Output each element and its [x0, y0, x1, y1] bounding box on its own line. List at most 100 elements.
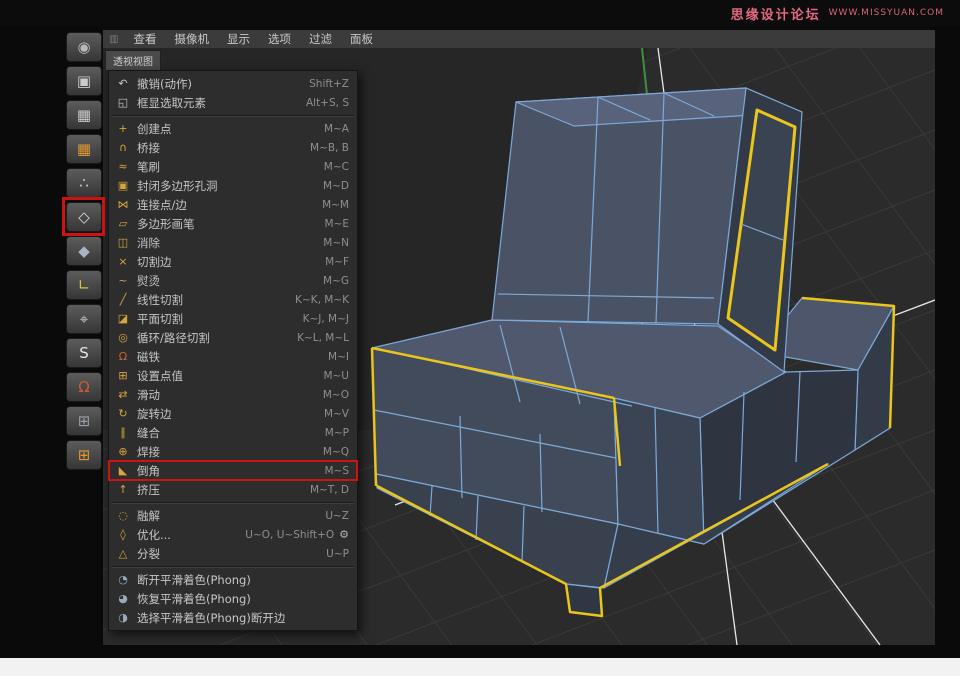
menu-item-恢复平滑着色Phong[interactable]: ◕恢复平滑着色(Phong)	[109, 589, 357, 608]
menu-item-shortcut: M~M	[322, 199, 349, 211]
menu-item-shortcut: M~I	[328, 351, 349, 363]
menu-item-创建点[interactable]: +创建点M~A	[109, 119, 357, 138]
menu-item-shortcut: Alt+S, S	[306, 97, 349, 109]
menubar: ▥查看摄像机显示选项过滤面板	[103, 30, 935, 49]
menu-item-切割边[interactable]: ×切割边M~F	[109, 252, 357, 271]
menubar-drag-handle-icon[interactable]: ▥	[103, 34, 124, 45]
polygon-mode-icon[interactable]: ◆	[66, 236, 102, 266]
menu-item-icon: ◱	[115, 96, 131, 109]
menu-item-shortcut: M~U	[323, 370, 349, 382]
menubar-item-0[interactable]: 查看	[124, 31, 165, 47]
menu-item-平面切割[interactable]: ◪平面切割K~J, M~J	[109, 309, 357, 328]
menu-item-优化[interactable]: ◊优化...U~O, U~Shift+O⚙	[109, 525, 357, 544]
menu-item-label: 线性切割	[137, 292, 287, 308]
menu-item-滑动[interactable]: ⇄滑动M~O	[109, 385, 357, 404]
menu-item-shortcut: U~Z	[325, 510, 349, 522]
menu-item-icon: ◎	[115, 331, 131, 344]
menu-item-icon: ◌	[115, 509, 131, 522]
menu-item-label: 恢复平滑着色(Phong)	[137, 591, 349, 607]
menu-item-shortcut: U~P	[326, 548, 349, 560]
menu-item-连接点边[interactable]: ⋈连接点/边M~M	[109, 195, 357, 214]
menu-item-icon: ╱	[115, 293, 131, 306]
menu-item-shortcut: M~V	[324, 408, 349, 420]
menu-item-label: 滑动	[137, 387, 315, 403]
menu-item-旋转边[interactable]: ↻旋转边M~V	[109, 404, 357, 423]
polygon-mode-glyph: ◆	[78, 242, 90, 260]
texture-mode-glyph: ▦	[77, 106, 91, 124]
axis-mode-icon[interactable]: ∟	[66, 270, 102, 300]
menu-item-shortcut: K~L, M~L	[297, 332, 349, 344]
menu-item-shortcut: K~K, M~K	[295, 294, 349, 306]
menu-item-熨烫[interactable]: ~熨烫M~G	[109, 271, 357, 290]
viewport-solo-icon[interactable]: ⌖	[66, 304, 102, 334]
menu-item-shortcut: U~O, U~Shift+O	[245, 529, 334, 541]
menu-item-shortcut: M~Q	[323, 446, 349, 458]
grid-snap-icon[interactable]: ⊞	[66, 440, 102, 470]
menu-item-label: 平面切割	[137, 311, 295, 327]
menu-item-shortcut: M~N	[323, 237, 349, 249]
menu-item-icon: ⇄	[115, 388, 131, 401]
menu-item-循环路径切割[interactable]: ◎ 循环/路径切割 K~L, M~L	[109, 328, 357, 347]
menu-item-shortcut: M~F	[325, 256, 349, 268]
model-mode-icon[interactable]: ▣	[66, 66, 102, 96]
menu-item-icon: ◫	[115, 236, 131, 249]
menubar-item-1[interactable]: 摄像机	[165, 31, 218, 47]
menu-item-icon: ↶	[115, 77, 131, 90]
menu-separator	[109, 112, 357, 119]
menu-item-桥接[interactable]: ∩桥接M~B, B	[109, 138, 357, 157]
menu-item-撤销动作[interactable]: ↶撤销(动作)Shift+Z	[109, 74, 357, 93]
snap-settings-icon[interactable]: S	[66, 338, 102, 368]
workplane-lock-glyph: ⊞	[78, 412, 91, 430]
brand-bar: 思缘设计论坛 WWW.MISSYUAN.COM	[0, 0, 960, 26]
menu-item-icon: ▱	[115, 217, 131, 230]
brand-url: WWW.MISSYUAN.COM	[829, 8, 944, 18]
points-mode-icon[interactable]: ∴	[66, 168, 102, 198]
menubar-item-4[interactable]: 过滤	[300, 31, 341, 47]
magnet-snap-icon[interactable]: Ω	[66, 372, 102, 402]
menu-item-笔刷[interactable]: ≈笔刷M~C	[109, 157, 357, 176]
menu-item-磁铁[interactable]: Ω磁铁M~I	[109, 347, 357, 366]
menu-item-label: 设置点值	[137, 368, 315, 384]
menu-item-挤压[interactable]: ↑挤压M~T, D	[109, 480, 357, 499]
menu-item-icon: ◊	[115, 528, 131, 541]
menu-item-label: 缝合	[137, 425, 317, 441]
menubar-item-2[interactable]: 显示	[218, 31, 259, 47]
menu-item-icon: ↑	[115, 483, 131, 496]
axis-mode-glyph: ∟	[78, 276, 91, 294]
menu-item-缝合[interactable]: ∥缝合M~P	[109, 423, 357, 442]
menu-item-融解[interactable]: ◌融解U~Z	[109, 506, 357, 525]
menu-item-框显选取元素[interactable]: ◱框显选取元素Alt+S, S	[109, 93, 357, 112]
menu-item-icon: ▣	[115, 179, 131, 192]
convert-editable-icon[interactable]: ◉	[66, 32, 102, 62]
viewport-tab-perspective[interactable]: 透视视图	[105, 50, 161, 71]
brand-name: 思缘设计论坛	[731, 4, 821, 23]
menu-item-label: 撤销(动作)	[137, 76, 301, 92]
menu-item-分裂[interactable]: △分裂U~P	[109, 544, 357, 563]
menu-item-选择平滑着色Phong断开边[interactable]: ◑选择平滑着色(Phong)断开边	[109, 608, 357, 627]
menu-item-封闭多边形孔洞[interactable]: ▣封闭多边形孔洞M~D	[109, 176, 357, 195]
menu-item-倒角[interactable]: ◣倒角M~S	[109, 461, 357, 480]
menu-item-消除[interactable]: ◫消除M~N	[109, 233, 357, 252]
menu-item-焊接[interactable]: ⊕ 焊接 M~Q	[109, 442, 357, 461]
menu-item-icon: ◪	[115, 312, 131, 325]
menu-item-设置点值[interactable]: ⊞设置点值M~U	[109, 366, 357, 385]
menu-item-label: 焊接	[137, 444, 315, 460]
menu-item-icon: ⊕	[115, 445, 131, 458]
workplane-mode-icon[interactable]: ▦	[66, 134, 102, 164]
texture-mode-icon[interactable]: ▦	[66, 100, 102, 130]
menu-item-label: 循环/路径切割	[137, 330, 289, 346]
gear-icon[interactable]: ⚙	[339, 528, 349, 541]
menu-item-多边形画笔[interactable]: ▱多边形画笔M~E	[109, 214, 357, 233]
menubar-item-5[interactable]: 面板	[341, 31, 382, 47]
menu-item-icon: +	[115, 122, 131, 135]
menubar-item-3[interactable]: 选项	[259, 31, 300, 47]
menu-item-icon: ◑	[115, 611, 131, 624]
menu-item-label: 分裂	[137, 546, 318, 562]
menu-item-线性切割[interactable]: ╱ 线性切割 K~K, M~K	[109, 290, 357, 309]
menu-separator	[109, 563, 357, 570]
menu-item-icon: ◔	[115, 573, 131, 586]
workplane-lock-icon[interactable]: ⊞	[66, 406, 102, 436]
menu-item-icon: ×	[115, 255, 131, 268]
menu-item-label: 多边形画笔	[137, 216, 317, 232]
menu-item-断开平滑着色Phong[interactable]: ◔断开平滑着色(Phong)	[109, 570, 357, 589]
